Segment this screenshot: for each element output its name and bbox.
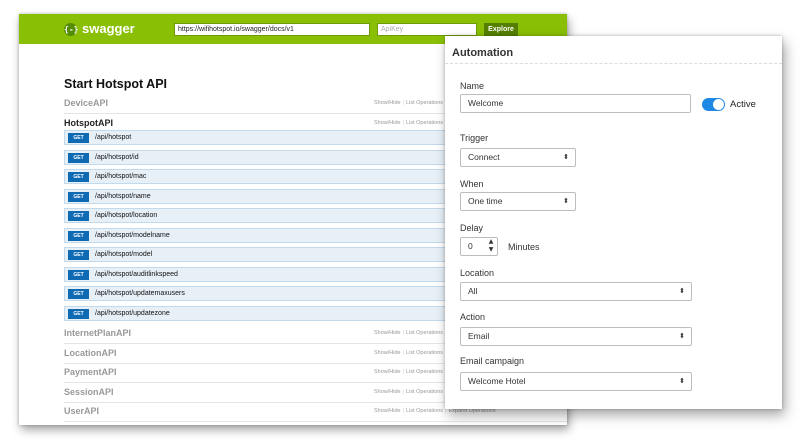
api-group-ops: Show/Hide | List Operations [374,120,444,126]
show-hide-link[interactable]: Show/Hide [374,330,401,336]
select-arrows-icon: ⬍ [679,332,685,340]
when-label: When [460,179,484,189]
trigger-value: Connect [468,152,500,162]
delay-label: Delay [460,223,484,233]
stepper-up-icon[interactable]: ▲ [487,238,495,246]
swagger-logo-icon[interactable]: {-} [64,23,78,36]
active-label: Active [730,99,756,110]
show-hide-link[interactable]: Show/Hide [374,389,401,395]
operation-path[interactable]: /api/hotspot [95,133,131,143]
list-operations-link[interactable]: List Operations [406,369,443,375]
get-method-badge[interactable]: GET [68,308,89,319]
operation-path[interactable]: /api/hotspot/id [95,153,139,163]
name-label: Name [460,81,485,91]
api-group-name[interactable]: PaymentAPI [64,366,117,378]
trigger-select[interactable]: Connect ⬍ [460,148,576,167]
location-value: All [468,286,478,296]
api-group-ops: Show/Hide | List Operations [374,369,444,375]
get-method-badge[interactable]: GET [68,133,89,143]
show-hide-link[interactable]: Show/Hide [374,100,401,106]
automation-panel: Automation Name Welcome Active Trigger C… [445,36,782,409]
api-group-ops: Show/Hide | List Operations [374,388,444,395]
api-group-name[interactable]: SessionAPI [64,386,114,398]
operation-path[interactable]: /api/hotspot/location [95,211,157,221]
list-operations-link[interactable]: List Operations [406,389,443,395]
swagger-logo[interactable]: swagger [82,21,135,37]
list-operations-link[interactable]: List Operations [406,350,443,356]
api-group-ops: Show/Hide | List Operations [374,349,444,356]
active-toggle[interactable] [702,98,725,111]
get-method-badge[interactable]: GET [68,250,89,260]
list-operations-link[interactable]: List Operations [406,408,443,414]
trigger-label: Trigger [460,133,489,143]
operation-path[interactable]: /api/hotspot/modelname [95,231,170,241]
campaign-value: Welcome Hotel [468,376,526,386]
select-arrows-icon: ⬍ [563,197,569,205]
select-arrows-icon: ⬍ [563,153,569,161]
action-label: Action [460,312,486,322]
get-method-badge[interactable]: GET [68,289,89,299]
location-select[interactable]: All ⬍ [460,282,692,301]
api-group-name[interactable]: InternetPlanAPI [64,327,131,339]
get-method-badge[interactable]: GET [68,211,89,221]
operation-path[interactable]: /api/hotspot/model [95,250,152,260]
api-group-name[interactable]: UserAPI [64,405,99,417]
panel-title: Automation [452,47,514,59]
select-arrows-icon: ⬍ [679,287,685,295]
when-select[interactable]: One time ⬍ [460,192,576,211]
show-hide-link[interactable]: Show/Hide [374,369,401,375]
list-operations-link[interactable]: List Operations [406,120,443,126]
explore-button[interactable]: Explore [484,23,518,36]
get-method-badge[interactable]: GET [68,269,89,280]
show-hide-link[interactable]: Show/Hide [374,408,401,414]
api-group-name[interactable]: DeviceAPI [64,97,108,109]
delay-unit: Minutes [508,242,540,252]
api-key-input[interactable]: ApiKey [377,23,477,36]
list-operations-link[interactable]: List Operations [406,100,443,106]
operation-path[interactable]: /api/hotspot/name [95,192,151,202]
when-value: One time [468,196,503,206]
api-group-ops: Show/Hide | List Operations [374,100,444,106]
action-value: Email [468,331,490,341]
operation-path[interactable]: /api/hotspot/updatezone [95,309,170,319]
campaign-label: Email campaign [460,356,525,366]
name-field[interactable]: Welcome [460,94,691,113]
delay-stepper[interactable]: ▲ ▼ [487,238,495,254]
action-select[interactable]: Email ⬍ [460,327,692,346]
get-method-badge[interactable]: GET [68,191,89,202]
operation-path[interactable]: /api/hotspot/mac [95,172,146,182]
stepper-down-icon[interactable]: ▼ [487,246,495,254]
get-method-badge[interactable]: GET [68,172,89,182]
list-operations-link[interactable]: List Operations [406,330,443,336]
divider [445,63,782,64]
get-method-badge[interactable]: GET [68,152,89,163]
toggle-knob [713,99,724,110]
location-label: Location [460,268,495,278]
api-group-name[interactable]: HotspotAPI [64,117,113,129]
select-arrows-icon: ⬍ [679,377,685,385]
operation-path[interactable]: /api/hotspot/updatemaxusers [95,289,185,299]
operation-path[interactable]: /api/hotspot/auditlinkspeed [95,270,178,280]
get-method-badge[interactable]: GET [68,230,89,241]
page-title: Start Hotspot API [64,77,168,91]
campaign-select[interactable]: Welcome Hotel ⬍ [460,372,692,391]
api-group-ops: Show/Hide | List Operations [374,330,444,336]
show-hide-link[interactable]: Show/Hide [374,350,401,356]
api-url-input[interactable]: https://wifihotspot.io/swagger/docs/v1 [174,23,370,36]
api-group-name[interactable]: LocationAPI [64,347,117,359]
show-hide-link[interactable]: Show/Hide [374,120,401,126]
